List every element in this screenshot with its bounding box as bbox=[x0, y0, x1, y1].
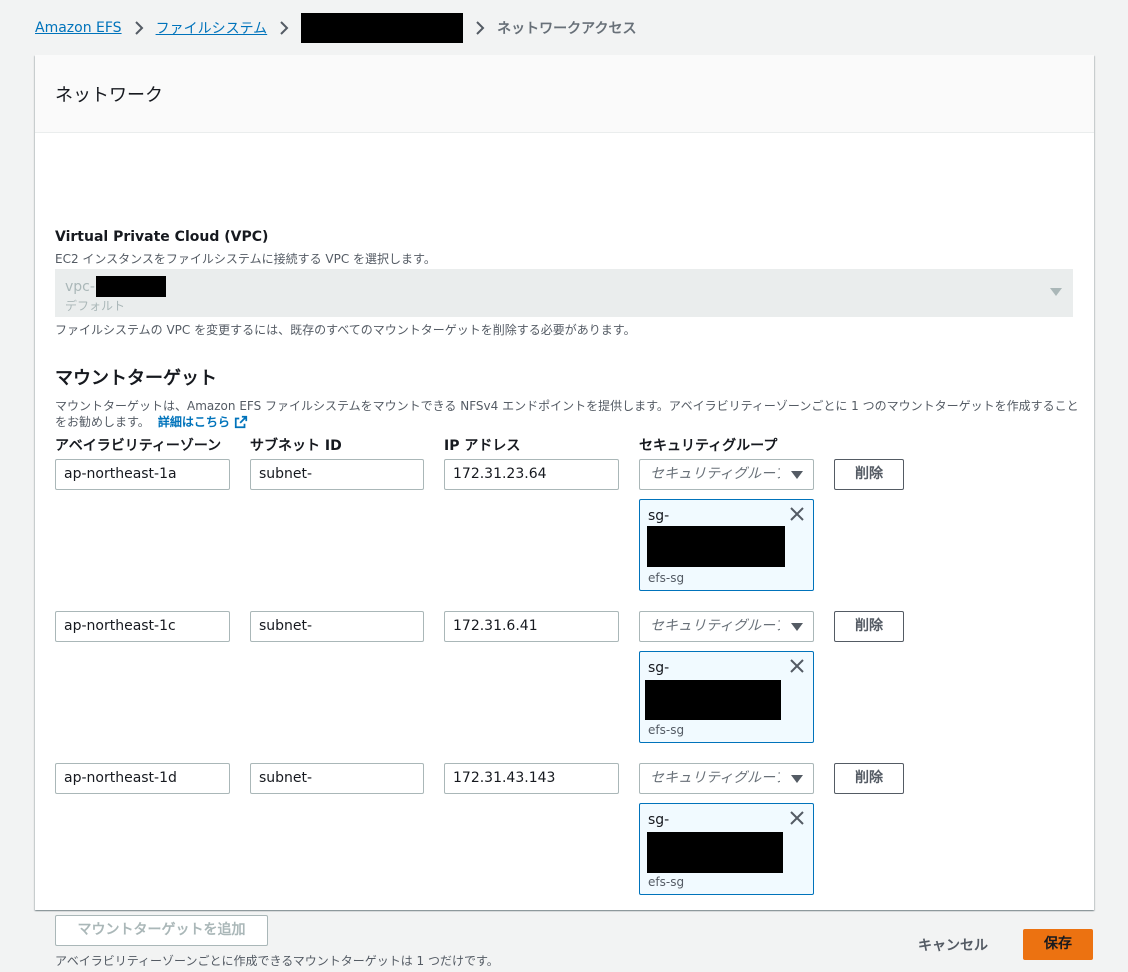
network-panel: ネットワーク Virtual Private Cloud (VPC) EC2 イ… bbox=[35, 55, 1094, 968]
subnet-input[interactable]: subnet- bbox=[250, 459, 424, 490]
close-icon[interactable] bbox=[789, 506, 805, 522]
vpc-select[interactable]: vpc- デフォルト bbox=[55, 269, 1073, 317]
subnet-input[interactable]: subnet- bbox=[250, 611, 424, 642]
caret-down-icon bbox=[791, 471, 803, 479]
breadcrumb-file-system-redacted[interactable] bbox=[301, 13, 464, 43]
security-group-id-redacted bbox=[647, 832, 783, 873]
ip-address-input[interactable]: 172.31.23.64 bbox=[444, 459, 619, 490]
vpc-description: EC2 インスタンスをファイルシステムに接続する VPC を選択します。 bbox=[55, 252, 436, 266]
subnet-input[interactable]: subnet- bbox=[250, 763, 424, 794]
breadcrumb-current: ネットワークアクセス bbox=[497, 21, 637, 37]
security-group-id-prefix: sg- bbox=[648, 508, 670, 524]
ip-address-input[interactable]: 172.31.6.41 bbox=[444, 611, 619, 642]
column-header-az: アベイラビリティーゾーン bbox=[55, 438, 222, 454]
learn-more-label: 詳細はこちら bbox=[157, 415, 230, 429]
close-icon[interactable] bbox=[789, 810, 805, 826]
chevron-right-icon bbox=[279, 21, 289, 35]
mount-targets-description-2: をお勧めします。 詳細はこちら bbox=[55, 413, 248, 430]
security-group-select[interactable]: セキュリティグループを選択 bbox=[639, 763, 814, 794]
security-group-placeholder: セキュリティグループを選択 bbox=[650, 466, 780, 482]
save-button[interactable]: 保存 bbox=[1023, 929, 1093, 960]
caret-down-icon bbox=[1050, 288, 1062, 296]
breadcrumb-amazon-efs[interactable]: Amazon EFS bbox=[35, 20, 122, 36]
chevron-right-icon bbox=[134, 21, 144, 35]
mount-targets-description: マウントターゲットは、Amazon EFS ファイルシステムをマウントできる N… bbox=[55, 399, 1079, 413]
external-link-icon bbox=[234, 415, 247, 428]
security-group-token: sg- efs-sg bbox=[639, 651, 814, 743]
az-input[interactable]: ap-northeast-1c bbox=[55, 611, 230, 642]
az-input[interactable]: ap-northeast-1d bbox=[55, 763, 230, 794]
security-group-id-redacted bbox=[645, 680, 781, 720]
vpc-id-redacted bbox=[95, 276, 166, 297]
learn-more-link[interactable]: 詳細はこちら bbox=[158, 413, 248, 430]
delete-button[interactable]: 削除 bbox=[834, 763, 904, 794]
breadcrumb: Amazon EFS ファイルシステム ネットワークアクセス bbox=[35, 13, 637, 43]
az-input[interactable]: ap-northeast-1a bbox=[55, 459, 230, 490]
panel-header: ネットワーク bbox=[35, 55, 1094, 133]
security-group-name: efs-sg bbox=[648, 723, 685, 737]
security-group-name: efs-sg bbox=[648, 571, 685, 585]
vpc-default-tag: デフォルト bbox=[65, 299, 126, 313]
caret-down-icon bbox=[791, 623, 803, 631]
security-group-placeholder: セキュリティグループを選択 bbox=[650, 618, 780, 634]
mount-targets-title: マウントターゲット bbox=[55, 368, 217, 389]
security-group-select[interactable]: セキュリティグループを選択 bbox=[639, 611, 814, 642]
close-icon[interactable] bbox=[789, 658, 805, 674]
ip-address-input[interactable]: 172.31.43.143 bbox=[444, 763, 619, 794]
vpc-id-prefix: vpc- bbox=[65, 278, 95, 295]
security-group-id-prefix: sg- bbox=[648, 812, 670, 828]
delete-button[interactable]: 削除 bbox=[834, 459, 904, 490]
cancel-button[interactable]: キャンセル bbox=[918, 935, 988, 955]
security-group-placeholder: セキュリティグループを選択 bbox=[650, 770, 780, 786]
caret-down-icon bbox=[791, 775, 803, 783]
column-header-ip: IP アドレス bbox=[444, 438, 521, 454]
add-mount-target-help: アベイラビリティーゾーンごとに作成できるマウントターゲットは 1 つだけです。 bbox=[55, 954, 499, 968]
security-group-token: sg- efs-sg bbox=[639, 803, 814, 895]
vpc-help-text: ファイルシステムの VPC を変更するには、既存のすべてのマウントターゲットを削… bbox=[55, 323, 636, 337]
security-group-token: sg- efs-sg bbox=[639, 499, 814, 591]
column-header-security-group: セキュリティグループ bbox=[639, 438, 778, 454]
mount-targets-description-tail: をお勧めします。 bbox=[55, 415, 150, 429]
delete-button[interactable]: 削除 bbox=[834, 611, 904, 642]
security-group-id-prefix: sg- bbox=[648, 660, 670, 676]
security-group-id-redacted bbox=[647, 526, 785, 567]
column-header-subnet: サブネット ID bbox=[250, 438, 342, 454]
vpc-label: Virtual Private Cloud (VPC) bbox=[55, 229, 269, 245]
add-mount-target-button[interactable]: マウントターゲットを追加 bbox=[55, 915, 268, 946]
chevron-right-icon bbox=[475, 21, 485, 35]
security-group-name: efs-sg bbox=[648, 875, 685, 889]
breadcrumb-file-systems[interactable]: ファイルシステム bbox=[156, 18, 268, 38]
panel-title: ネットワーク bbox=[55, 84, 163, 106]
security-group-select[interactable]: セキュリティグループを選択 bbox=[639, 459, 814, 490]
